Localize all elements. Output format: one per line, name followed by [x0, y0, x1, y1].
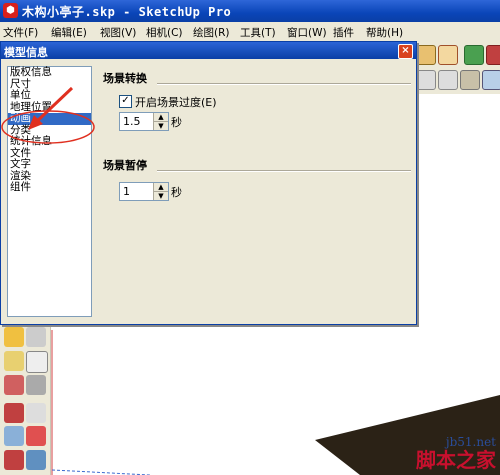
red-arrow-annotation-icon [1, 86, 95, 144]
highlight-ellipse [1, 110, 95, 144]
